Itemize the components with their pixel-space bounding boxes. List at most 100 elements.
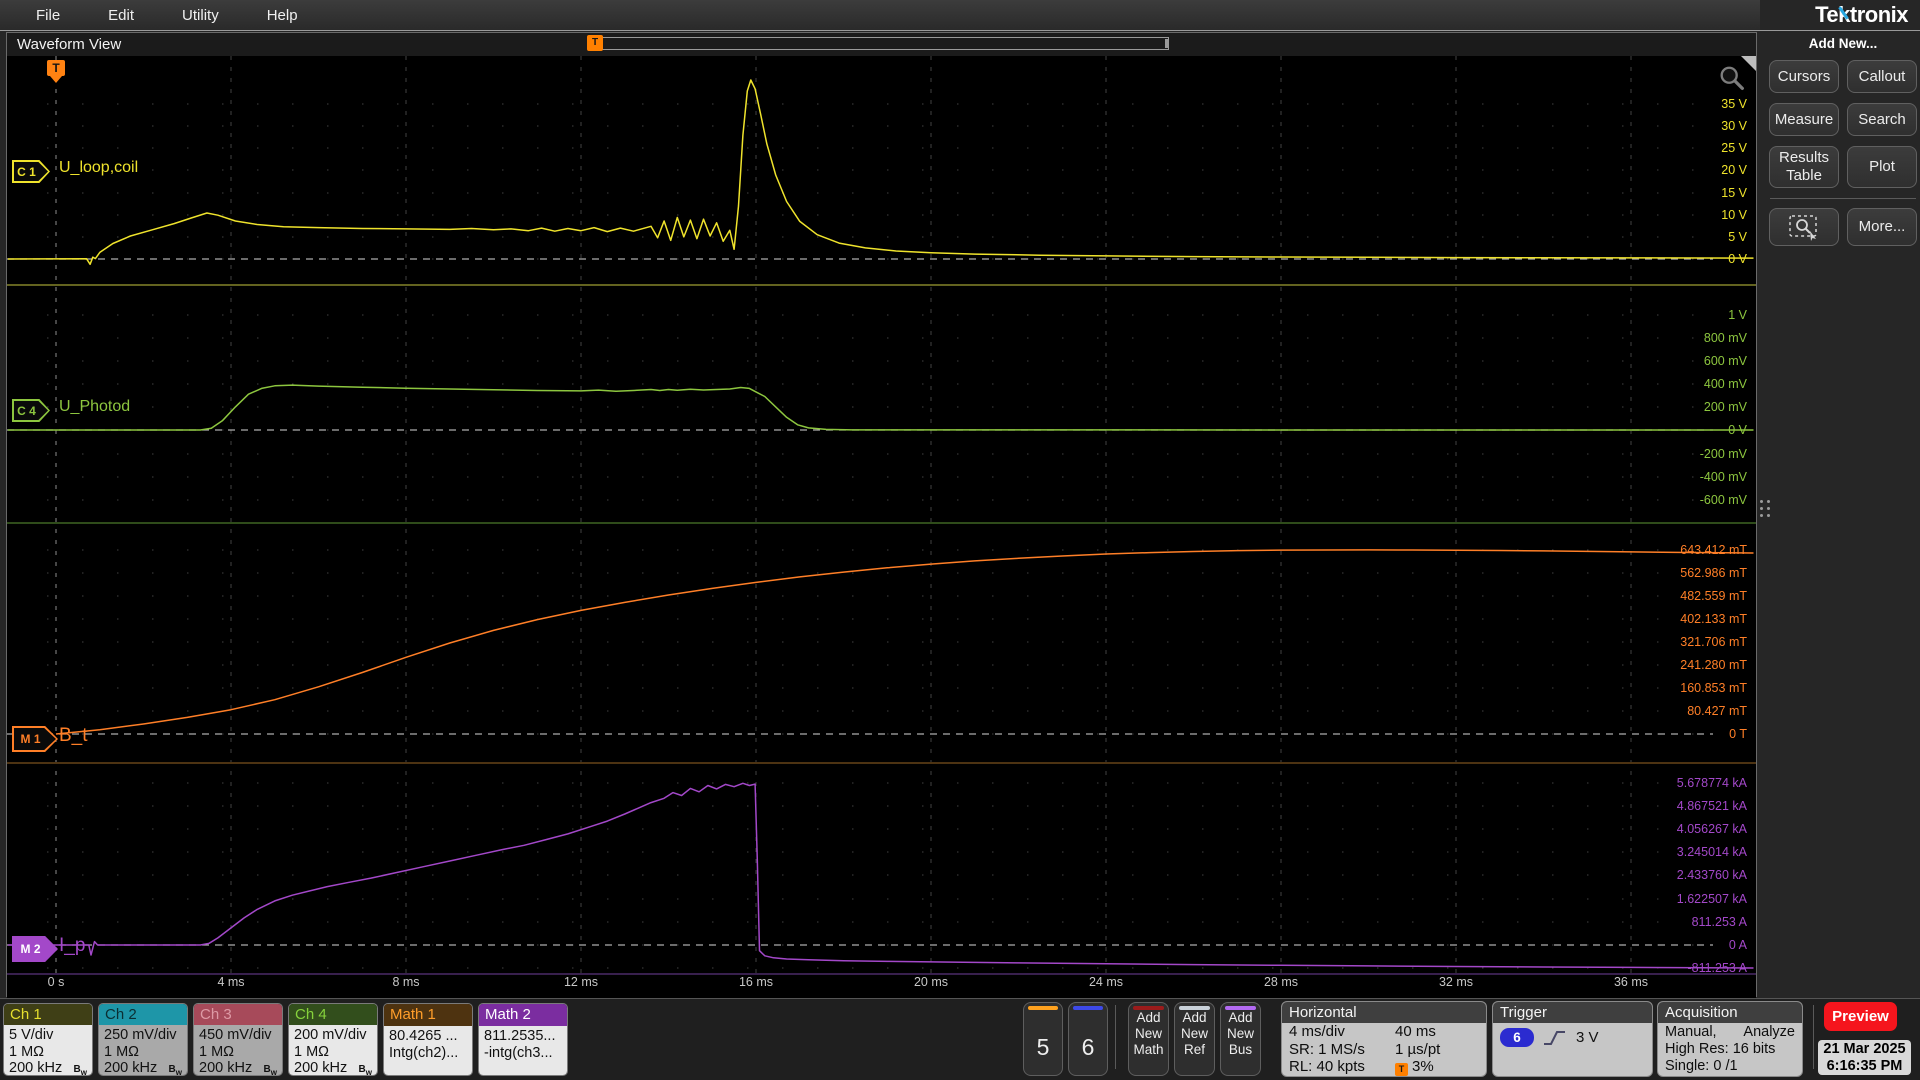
bottom-bar: Horizontal 4 ms/div 40 ms SR: 1 MS/s 1 µs/p…: [0, 998, 1920, 1080]
axis-tick-m-1: 0 T: [1729, 727, 1747, 741]
acquisition-mode: Manual,: [1665, 1024, 1717, 1040]
add-new-math-button[interactable]: Add New Math: [1128, 1002, 1169, 1076]
preview-button[interactable]: Preview: [1824, 1002, 1897, 1031]
time-tick: 20 ms: [913, 975, 949, 989]
callout-button[interactable]: Callout: [1847, 60, 1917, 93]
right-panel: Add New... Cursors Callout Measure Search Re…: [1768, 32, 1918, 998]
add-button-line: Math: [1133, 1042, 1164, 1057]
dot: [1760, 507, 1763, 510]
waveform-view-tab[interactable]: Waveform View: [17, 36, 121, 53]
waveview-slot-5[interactable]: 5: [1023, 1002, 1063, 1076]
add-button-line: Ref: [1183, 1042, 1205, 1057]
channel-badge-line: 200 kHz Bw: [104, 1060, 182, 1075]
add-button-line: Add: [1182, 1010, 1207, 1025]
menu-item-edit[interactable]: Edit: [84, 2, 158, 29]
horizontal-value: 4 ms/div: [1289, 1023, 1345, 1040]
channel-badge-ch-4[interactable]: Ch 4 200 mV/div 1 MΩ 200 kHz Bw: [288, 1003, 378, 1076]
pan-bar-endcap: [1165, 39, 1168, 48]
logo-text-post: tronix: [1849, 2, 1909, 27]
axis-tick-m-1: 402.133 mT: [1680, 612, 1747, 626]
bandwidth-limit-icon: Bw: [73, 1064, 87, 1076]
axis-tick-m-1: 160.853 mT: [1680, 681, 1747, 695]
zoom-select-icon: [1789, 215, 1817, 241]
tektronix-logo: Tektronix: [1815, 2, 1908, 28]
channel-badge-body: 250 mV/div 1 MΩ 200 kHz Bw: [99, 1025, 187, 1075]
slot-color-stripe: [1073, 1006, 1103, 1010]
channel-badge-ch-1[interactable]: Ch 15 V/div 1 MΩ 200 kHz Bw: [3, 1003, 93, 1076]
add-new-title: Add New...: [1808, 36, 1878, 51]
horizontal-panel-title: Horizontal: [1282, 1002, 1486, 1023]
acquisition-panel-title: Acquisition: [1658, 1002, 1802, 1023]
time-tick: 12 ms: [563, 975, 599, 989]
menu-item-file[interactable]: File: [12, 2, 84, 29]
oscilloscope-screen: File Edit Utility Help Tektronix Waveform V…: [0, 0, 1920, 1080]
more-button[interactable]: More...: [1847, 208, 1917, 246]
trigger-position-chip[interactable]: T: [587, 35, 603, 51]
channel-badge-math-2[interactable]: Math 2 811.2535... -intg(ch3...: [478, 1003, 568, 1076]
plot-button[interactable]: Plot: [1847, 146, 1917, 188]
zoom-select-button[interactable]: [1769, 208, 1839, 246]
zoom-magnifier-icon[interactable]: [1717, 64, 1747, 94]
trace-label-u-loop-coil: U_loop,coil: [59, 159, 139, 176]
horizontal-value: 1 µs/pt: [1395, 1040, 1441, 1058]
channel-badge-ch-3[interactable]: Ch 3 450 mV/div 1 MΩ 200 kHz Bw: [193, 1003, 283, 1076]
menu-item-help[interactable]: Help: [243, 2, 322, 29]
results-table-button[interactable]: Results Table: [1769, 146, 1839, 188]
horizontal-pan-zoom-bar[interactable]: T: [587, 35, 1169, 51]
channel-tag-label: M 1: [20, 732, 41, 746]
menu-item-utility[interactable]: Utility: [158, 2, 243, 29]
acquisition-analyze: Analyze: [1743, 1024, 1795, 1040]
measure-button[interactable]: Measure: [1769, 103, 1839, 136]
add-new-ref-button[interactable]: Add New Ref: [1174, 1002, 1215, 1076]
horizontal-panel[interactable]: Horizontal 4 ms/div 40 ms SR: 1 MS/s 1 µs/p…: [1281, 1001, 1487, 1077]
channel-badge-line: 80.4265 ...: [389, 1028, 458, 1044]
channel-badge-body: 811.2535... -intg(ch3...: [479, 1026, 567, 1075]
acquisition-panel[interactable]: Acquisition Manual, Analyze High Res: 16…: [1657, 1001, 1803, 1077]
channel-badge-line: 5 V/div: [9, 1027, 54, 1043]
axis-tick-c-4: -200 mV: [1699, 447, 1747, 461]
channel-badge-line: 200 kHz Bw: [199, 1060, 277, 1075]
axis-tick-m-1: 482.559 mT: [1680, 589, 1747, 603]
horizontal-value: 40 ms: [1395, 1023, 1436, 1040]
trigger-position-icon: T: [1395, 1063, 1408, 1076]
plot-area[interactable]: T 35 V 30 V 25 V 20 V 15 V 10 V 5 V 0 V 1 V 800 m…: [7, 56, 1756, 998]
time-tick: 28 ms: [1263, 975, 1299, 989]
axis-tick-c-4: -400 mV: [1699, 470, 1747, 484]
trace-u-photod: [7, 384, 1754, 431]
axis-tick-c-4: -600 mV: [1699, 493, 1747, 507]
axis-tick-m-1: 643.412 mT: [1680, 543, 1747, 557]
add-new-bus-button[interactable]: Add New Bus: [1220, 1002, 1261, 1076]
axis-tick-m-1: 241.280 mT: [1680, 658, 1747, 672]
channel-badge-header: Ch 4: [289, 1004, 377, 1025]
axis-tick-c-1: 0 V: [1728, 252, 1747, 266]
channel-badge-math-1[interactable]: Math 1 80.4265 ... Intg(ch2)...: [383, 1003, 473, 1076]
search-button[interactable]: Search: [1847, 103, 1917, 136]
flag-pointer: [50, 76, 62, 83]
divider: [0, 30, 1920, 31]
waveview-slot-6[interactable]: 6: [1068, 1002, 1108, 1076]
add-button-line: New: [1226, 1026, 1254, 1041]
axis-tick-m-2: 5.678774 kA: [1676, 776, 1747, 790]
right-panel-row2: More...: [1768, 208, 1918, 246]
horizontal-row: 4 ms/div 40 ms: [1282, 1023, 1486, 1041]
time-tick: 24 ms: [1088, 975, 1124, 989]
trace-b-t: [55, 549, 1754, 735]
channel-badge-ch-2[interactable]: Ch 2 250 mV/div 1 MΩ 200 kHz Bw: [98, 1003, 188, 1076]
right-panel-buttons: Cursors Callout Measure Search Results Table…: [1768, 60, 1918, 188]
trigger-level: 3 V: [1576, 1029, 1599, 1046]
acquisition-single: Single: 0 /1: [1665, 1058, 1738, 1074]
channel-badge-line: 450 mV/div: [199, 1027, 272, 1043]
horizontal-value: RL: 40 kpts: [1289, 1058, 1365, 1075]
rising-edge-icon: [1544, 1030, 1565, 1045]
axis-tick-c-4: 400 mV: [1703, 377, 1747, 391]
datetime-display[interactable]: 21 Mar 2025 6:16:35 PM: [1818, 1040, 1911, 1075]
axis-tick-c-1: 5 V: [1728, 230, 1747, 244]
axis-tick-c-1: 20 V: [1721, 163, 1747, 177]
trigger-marker-flag[interactable]: T: [47, 60, 65, 83]
cursors-button[interactable]: Cursors: [1769, 60, 1839, 93]
channel-badge-line: 1 MΩ: [294, 1043, 330, 1060]
trigger-panel[interactable]: Trigger 6 3 V: [1492, 1001, 1653, 1077]
waveform-plot[interactable]: [7, 56, 1756, 998]
menu-bar: File Edit Utility Help: [0, 0, 1760, 30]
axis-tick-c-1: 10 V: [1721, 208, 1747, 222]
